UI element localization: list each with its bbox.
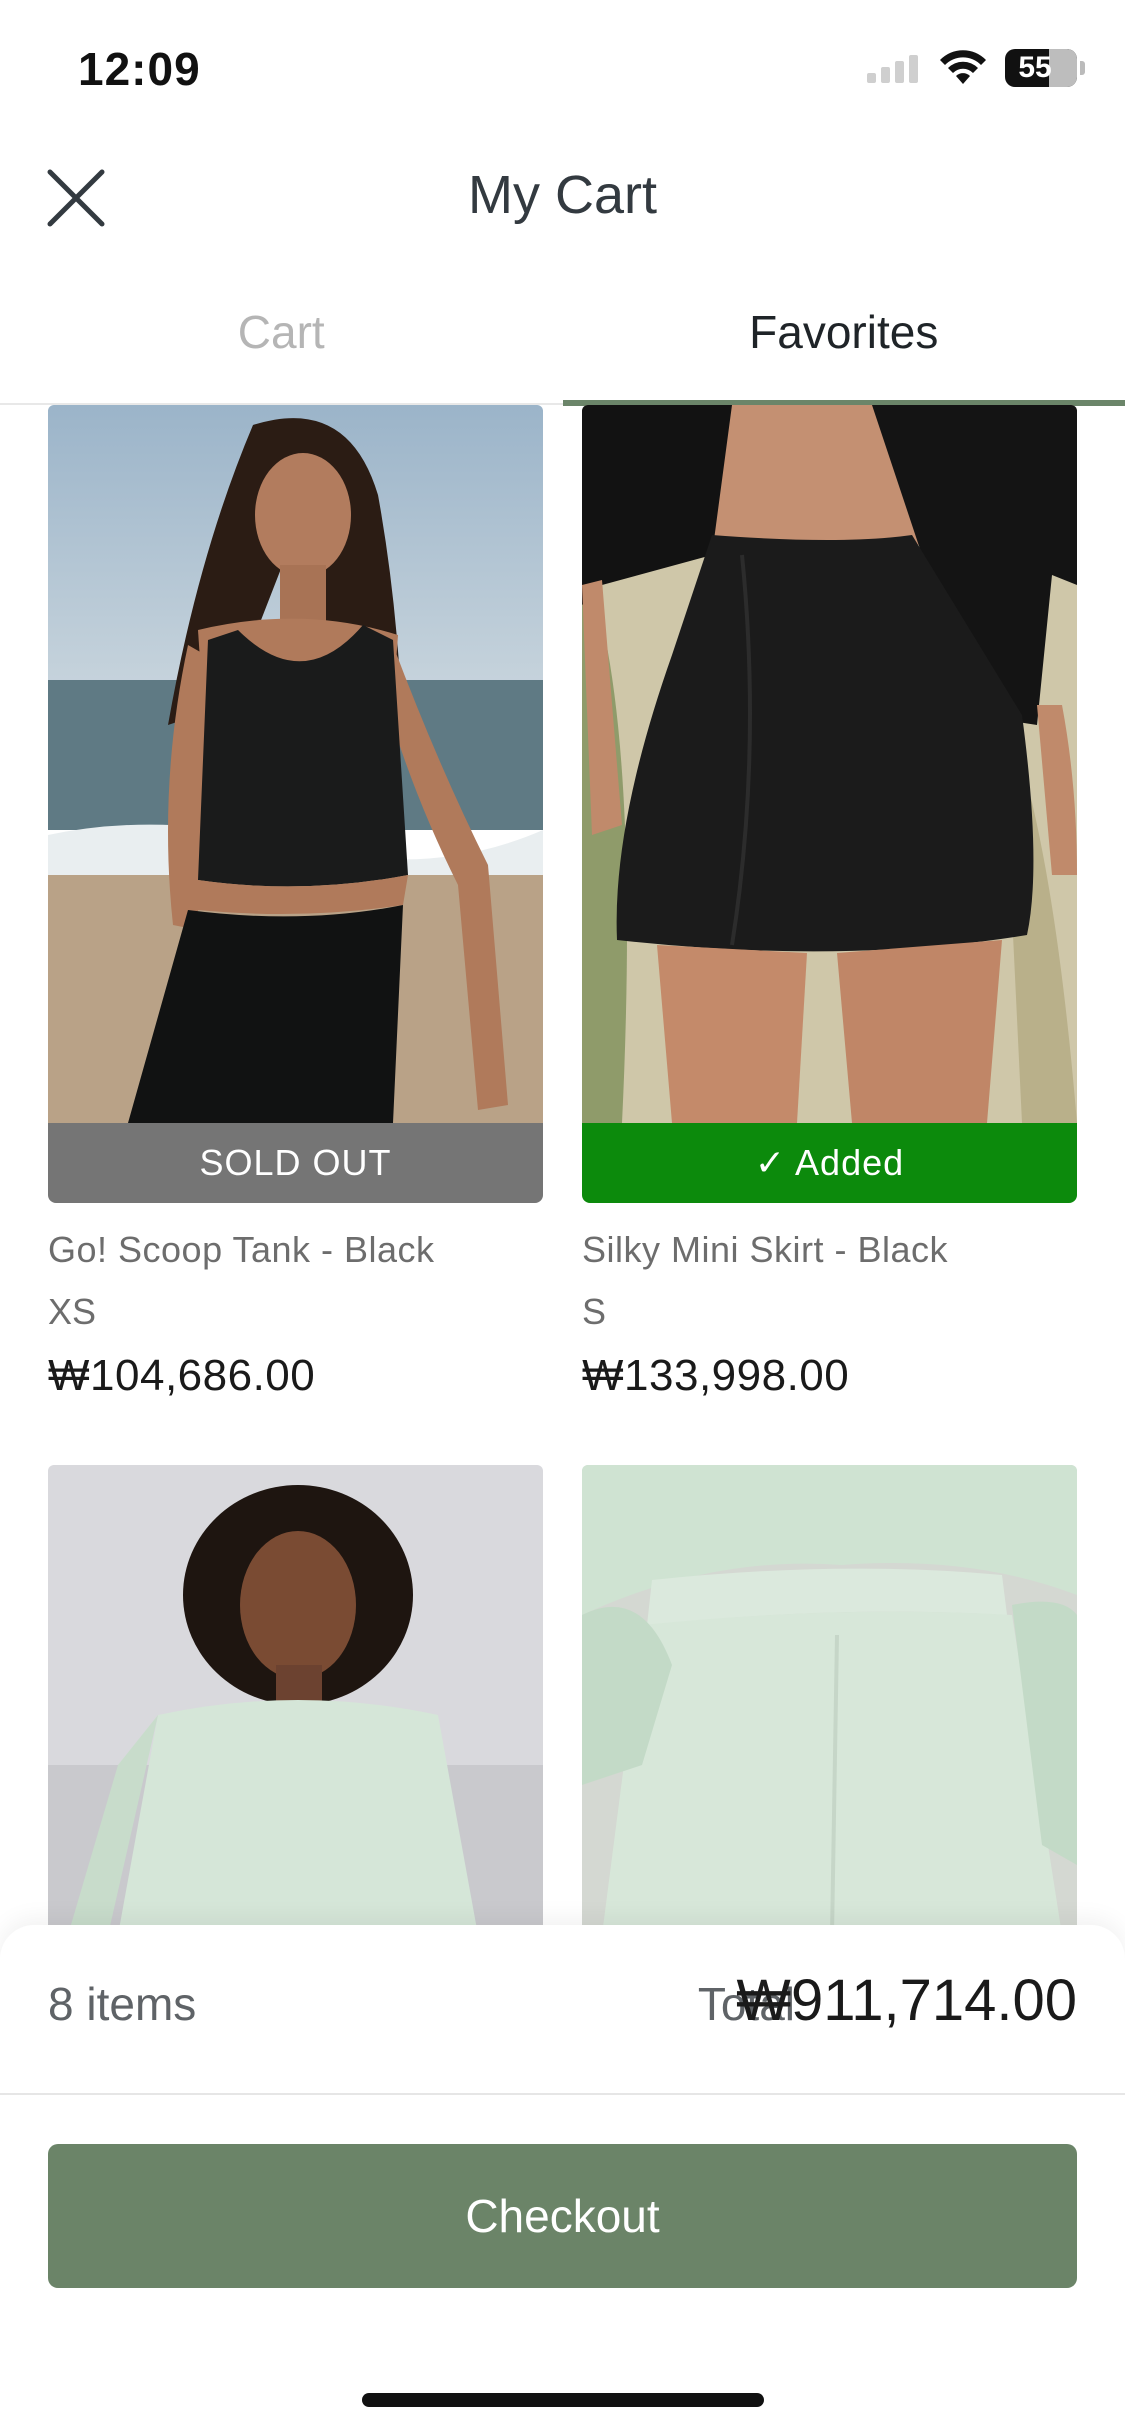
product-card[interactable]: SOLD OUT Go! Scoop Tank - Black XS ₩104,… xyxy=(48,405,543,1401)
tab-cart[interactable]: Cart xyxy=(0,285,563,403)
product-image[interactable] xyxy=(582,405,1077,1123)
status-time: 12:09 xyxy=(78,43,201,95)
status-icons: 55 xyxy=(867,46,1085,90)
status-bar: 12:09 55 xyxy=(0,0,1125,140)
product-image[interactable] xyxy=(48,405,543,1123)
checkout-button[interactable]: Checkout xyxy=(48,2144,1077,2288)
header: My Cart xyxy=(0,140,1125,260)
product-name[interactable]: Go! Scoop Tank - Black xyxy=(48,1229,543,1271)
added-badge: ✓ Added xyxy=(582,1123,1077,1203)
cart-summary: 8 items Total ₩911,714.00 xyxy=(0,1925,1125,2095)
product-image[interactable] xyxy=(48,1465,543,1935)
battery-icon: 55 xyxy=(1005,49,1085,87)
tab-bar: Cart Favorites xyxy=(0,285,1125,406)
page-title: My Cart xyxy=(468,165,657,225)
sold-out-badge: SOLD OUT xyxy=(48,1123,543,1203)
product-image[interactable] xyxy=(582,1465,1077,1935)
tab-favorites[interactable]: Favorites xyxy=(562,285,1125,406)
battery-level: 55 xyxy=(1018,51,1052,84)
cart-footer: 8 items Total ₩911,714.00 Checkout xyxy=(0,1925,1125,2436)
items-count: 8 items xyxy=(48,1978,197,2030)
product-card[interactable]: ✓ Added Silky Mini Skirt - Black S ₩133,… xyxy=(582,405,1077,1401)
product-size: XS xyxy=(48,1291,97,1332)
product-card[interactable] xyxy=(48,1465,543,1935)
product-price: ₩104,686.00 xyxy=(48,1351,316,1400)
product-size: S xyxy=(582,1291,607,1332)
total-value: ₩911,714.00 xyxy=(736,1968,1077,2033)
wifi-icon xyxy=(940,50,986,84)
cellular-signal-icon xyxy=(867,53,921,83)
product-name[interactable]: Silky Mini Skirt - Black xyxy=(582,1229,1077,1271)
product-price: ₩133,998.00 xyxy=(582,1351,850,1400)
home-indicator[interactable] xyxy=(362,2393,764,2407)
product-card[interactable] xyxy=(582,1465,1077,1935)
